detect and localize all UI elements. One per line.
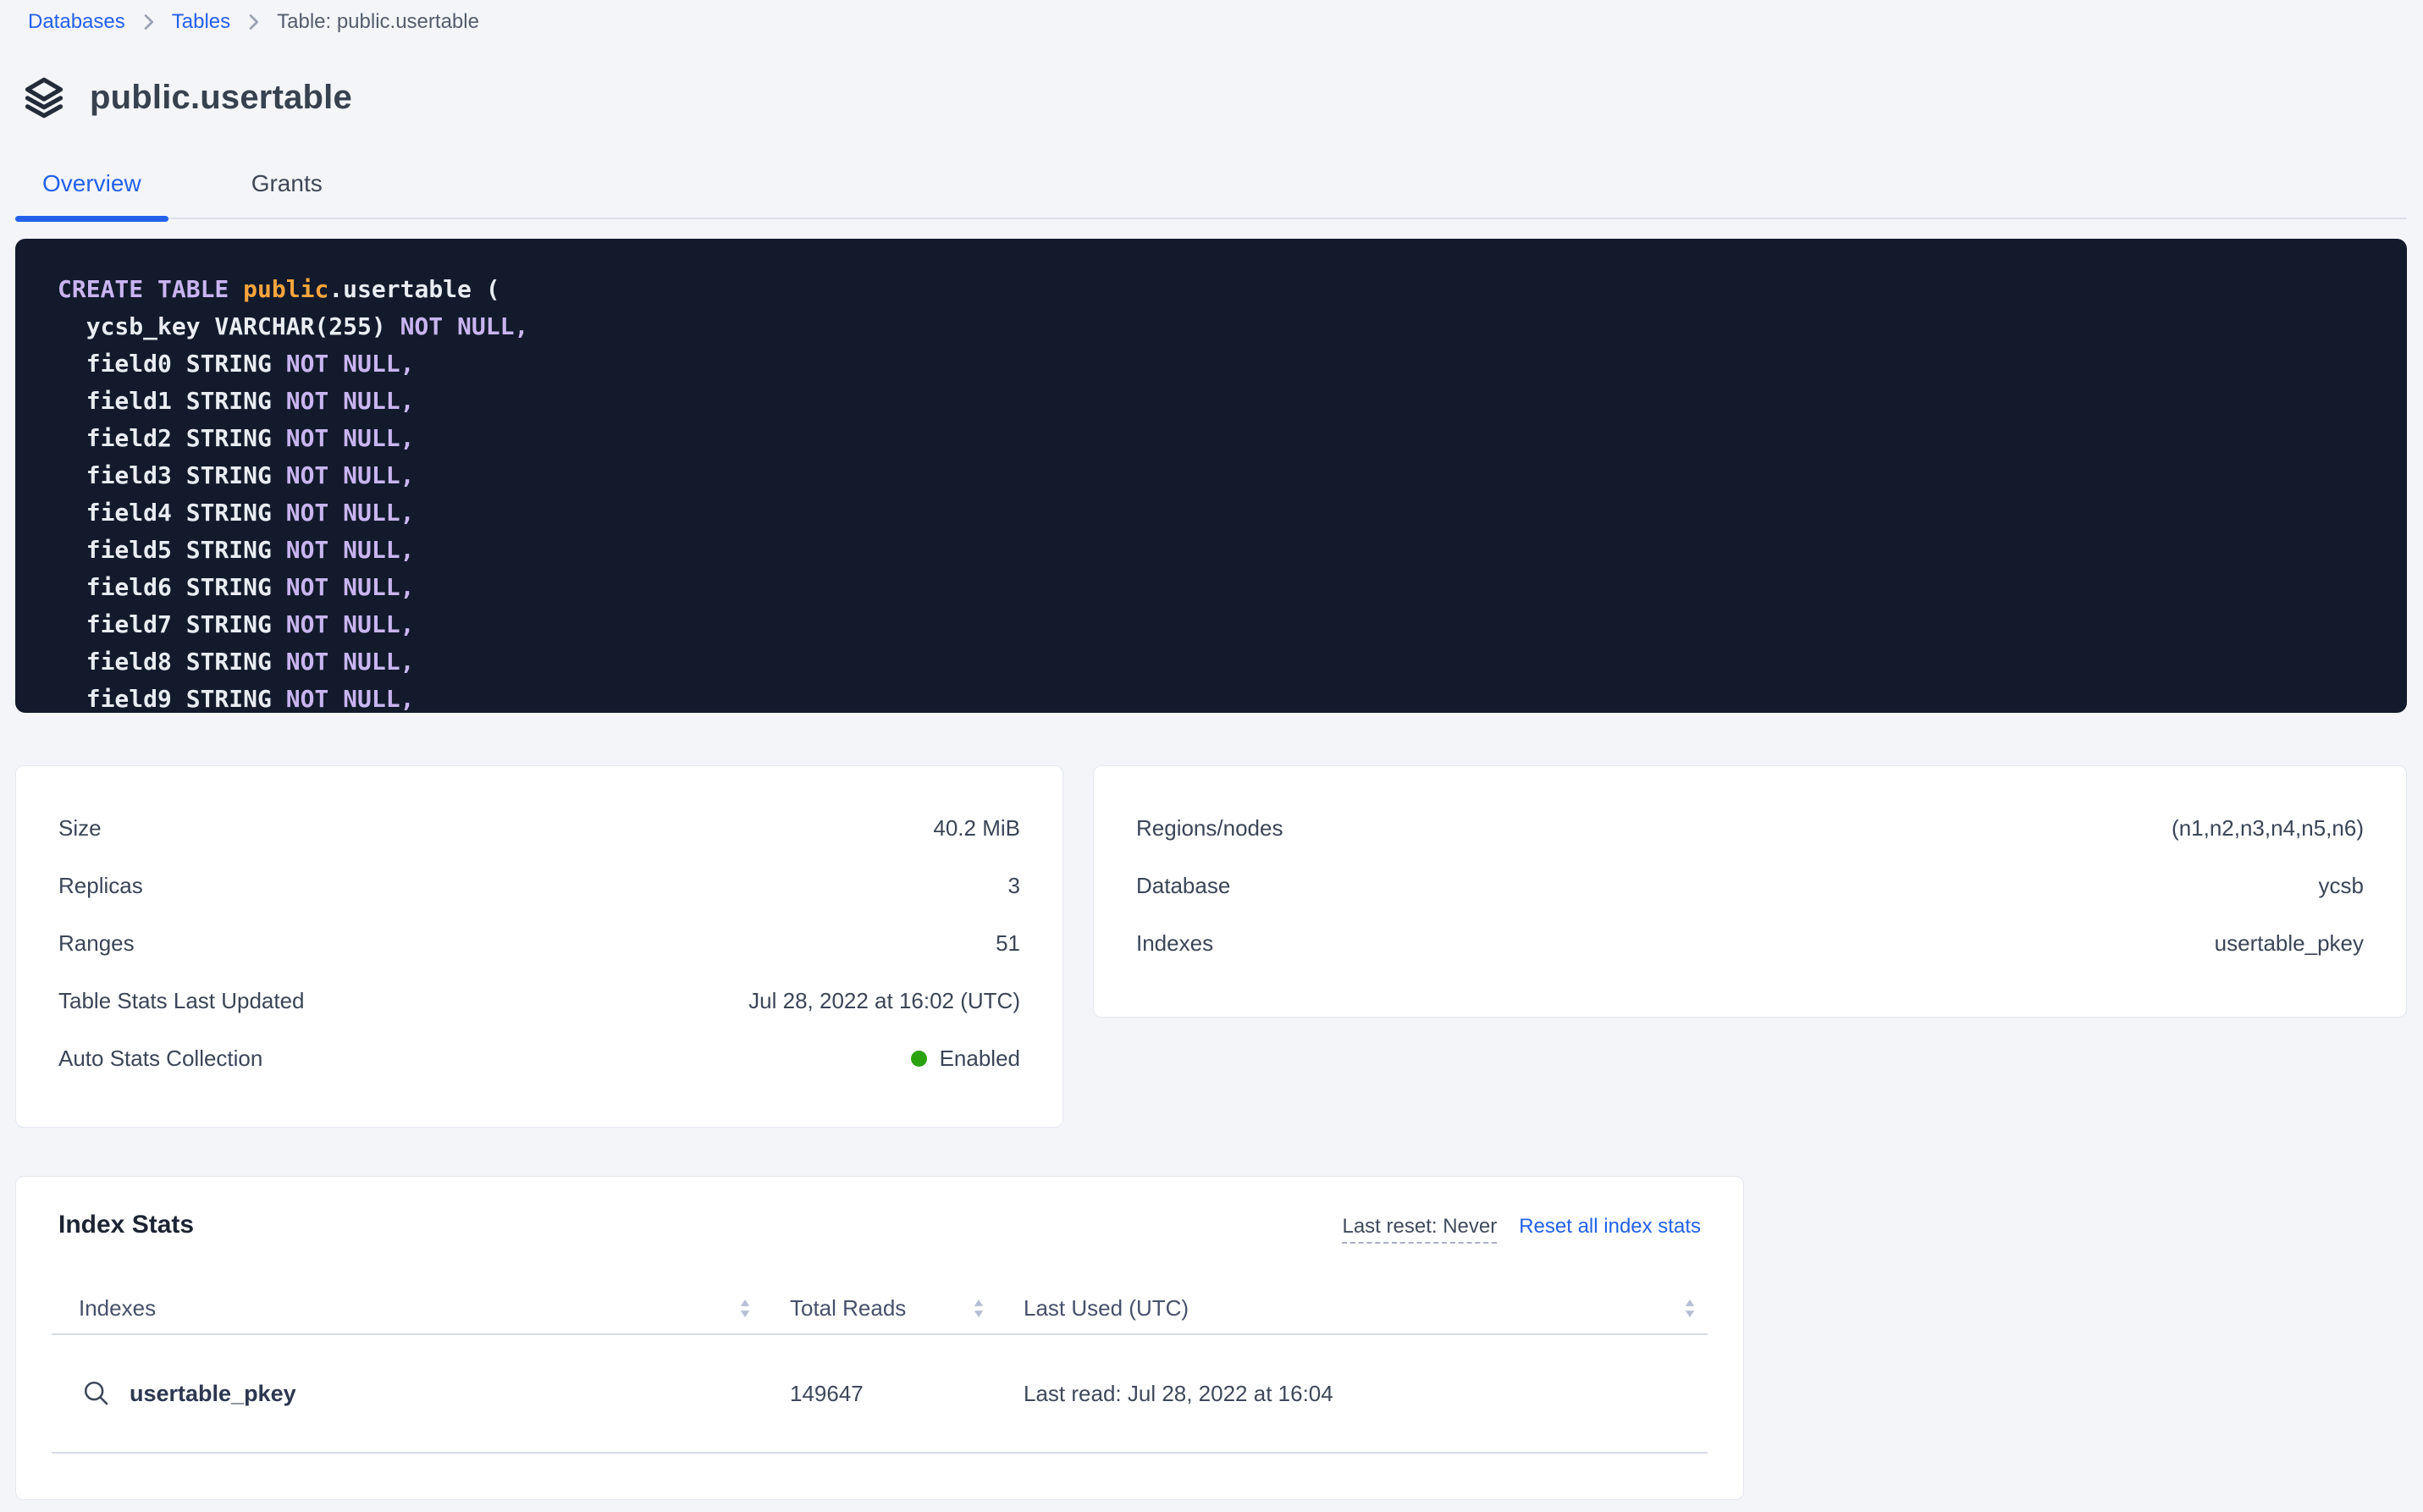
index-stats-table: Indexes Total Reads Last Used (UTC) [52,1283,1708,1454]
index-stats-actions: Last reset: Never Reset all index stats [1342,1215,1701,1244]
page-title-row: public.usertable [22,74,2407,121]
column-header-indexes[interactable]: Indexes [52,1295,763,1322]
column-header-label: Indexes [79,1295,156,1322]
tab-bar: Overview Grants [15,170,2407,219]
status-enabled-dot-icon [911,1051,927,1067]
stat-row-size: Size 40.2 MiB [58,799,1020,857]
sort-icon[interactable] [1684,1299,1696,1318]
index-name: usertable_pkey [130,1381,296,1407]
stat-label: Indexes [1136,930,1213,957]
table-location-card: Regions/nodes (n1,n2,n3,n4,n5,n6) Databa… [1093,765,2407,1018]
stat-value: Jul 28, 2022 at 16:02 (UTC) [748,988,1020,1014]
layers-icon [22,75,66,119]
stat-label: Regions/nodes [1136,815,1283,842]
stat-row-database: Database ycsb [1136,857,2364,914]
tab-grants[interactable]: Grants [224,170,350,218]
page: Databases Tables Table: public.usertable… [0,0,2423,1500]
last-reset-label: Last reset: Never [1342,1215,1497,1244]
stat-value: 40.2 MiB [933,815,1020,842]
index-stats-card: Index Stats Last reset: Never Reset all … [15,1176,1744,1500]
stat-value: (n1,n2,n3,n4,n5,n6) [2172,815,2364,842]
column-header-last-used[interactable]: Last Used (UTC) [996,1295,1708,1322]
chevron-right-icon [142,13,155,31]
stat-label: Database [1136,873,1230,899]
stat-value: 3 [1008,873,1020,899]
status-badge: Enabled [911,1046,1020,1072]
breadcrumb-link-databases[interactable]: Databases [28,10,125,34]
stat-value: 51 [996,930,1020,957]
column-header-label: Last Used (UTC) [1024,1295,1189,1322]
stat-value: usertable_pkey [2215,930,2364,957]
breadcrumb-link-tables[interactable]: Tables [172,10,230,34]
page-title: public.usertable [90,79,352,117]
stat-row-stats-updated: Table Stats Last Updated Jul 28, 2022 at… [58,972,1020,1029]
index-name-cell: usertable_pkey [52,1379,763,1408]
status-text: Enabled [940,1046,1020,1072]
stat-row-indexes: Indexes usertable_pkey [1136,914,2364,972]
tab-overview[interactable]: Overview [15,170,168,218]
breadcrumb-current: Table: public.usertable [277,10,479,34]
sql-create-statement: CREATE TABLE public.usertable ( ycsb_key… [15,239,2407,713]
index-stats-header: Index Stats Last reset: Never Reset all … [58,1211,1701,1244]
chevron-right-icon [247,13,260,31]
sql-code: CREATE TABLE public.usertable ( ycsb_key… [58,271,2373,713]
index-stats-title: Index Stats [58,1211,194,1239]
magnifier-icon [82,1379,111,1408]
stat-label: Table Stats Last Updated [58,988,305,1014]
stat-label: Ranges [58,930,135,957]
breadcrumb: Databases Tables Table: public.usertable [15,0,2407,34]
total-reads-cell: 149647 [763,1381,996,1407]
sort-icon[interactable] [973,1299,985,1318]
stat-label: Replicas [58,873,143,899]
column-header-label: Total Reads [790,1295,906,1322]
stat-label: Auto Stats Collection [58,1046,262,1072]
index-stats-row[interactable]: usertable_pkey 149647 Last read: Jul 28,… [52,1335,1708,1454]
column-header-total-reads[interactable]: Total Reads [763,1295,996,1322]
last-used-cell: Last read: Jul 28, 2022 at 16:04 [996,1381,1708,1407]
table-header-row: Indexes Total Reads Last Used (UTC) [52,1283,1708,1335]
stat-label: Size [58,815,102,842]
sort-icon[interactable] [739,1299,751,1318]
stat-row-auto-stats: Auto Stats Collection Enabled [58,1029,1020,1087]
stat-row-ranges: Ranges 51 [58,914,1020,972]
table-details-card: Size 40.2 MiB Replicas 3 Ranges 51 Table… [15,765,1063,1128]
stat-row-replicas: Replicas 3 [58,857,1020,914]
reset-index-stats-link[interactable]: Reset all index stats [1519,1215,1701,1239]
stat-value: ycsb [2319,873,2364,899]
summary-cards: Size 40.2 MiB Replicas 3 Ranges 51 Table… [15,765,2407,1128]
stat-row-regions: Regions/nodes (n1,n2,n3,n4,n5,n6) [1136,799,2364,857]
